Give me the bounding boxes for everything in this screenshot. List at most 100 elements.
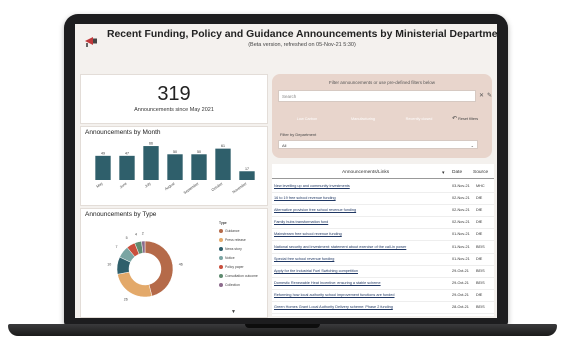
slice-value-label: 5 <box>126 236 128 240</box>
announcement-date: 02-Nov-21 <box>452 220 470 225</box>
laptop-notch <box>245 324 320 328</box>
month-bar[interactable] <box>215 148 231 180</box>
pill-label: Recently closed <box>405 117 433 121</box>
month-chart-title: Announcements by Month <box>85 129 161 136</box>
dashboard-screen: Recent Funding, Policy and Guidance Anno… <box>75 24 497 318</box>
table-row[interactable]: National security and investment: statem… <box>272 243 494 254</box>
month-bar[interactable] <box>143 146 159 180</box>
page-subtitle: (Beta version, refreshed on 05-Nov-21 5:… <box>248 42 356 48</box>
col-header-date[interactable]: Date <box>452 170 462 175</box>
row-divider <box>272 252 494 254</box>
row-divider <box>272 204 494 206</box>
table-row[interactable]: New levelling up and community investmen… <box>272 182 494 193</box>
announcement-link[interactable]: 16 to 19 free school revenue funding <box>274 194 442 202</box>
kpi-value: 319 <box>157 83 191 105</box>
bar-value-label: 50 <box>197 150 201 154</box>
slice-value-label: 10 <box>107 263 111 267</box>
legend-item[interactable]: Collection <box>219 283 240 288</box>
announcement-link[interactable]: Alternative provision free school revenu… <box>274 206 442 214</box>
search-input[interactable]: Search <box>278 90 476 102</box>
row-divider <box>272 300 494 302</box>
legend-item[interactable]: Notice <box>219 256 235 261</box>
col-header-announcements[interactable]: Announcements/Links <box>342 170 389 175</box>
table-row[interactable]: 16 to 19 free school revenue funding 02-N… <box>272 194 494 206</box>
announcement-source: DfE <box>476 208 483 213</box>
legend-item[interactable]: Press release <box>219 238 246 243</box>
table-row[interactable]: Special free school revenue funding 01-No… <box>272 255 494 266</box>
month-bar[interactable] <box>119 155 135 180</box>
bar-value-label: 66 <box>149 142 153 146</box>
legend-swatch <box>219 265 223 270</box>
donut-slice[interactable] <box>117 271 153 298</box>
edit-icon[interactable]: ✎ <box>487 92 492 99</box>
reset-filters-button[interactable]: ↶ Reset filters <box>452 115 478 122</box>
legend-label: Consultation outcome <box>225 274 258 278</box>
legend-item[interactable]: Consultation outcome <box>219 274 258 279</box>
slice-value-label: 2 <box>142 231 144 235</box>
announcement-date: 01-Nov-21 <box>452 244 470 249</box>
table-row[interactable]: Family hubs transformation fund 02-Nov-21… <box>272 218 494 230</box>
month-bar[interactable] <box>191 154 207 180</box>
table-row[interactable]: Apply for the Industrial Fuel Switching … <box>272 267 494 278</box>
filter-pill-recently-closed[interactable]: Recently closed <box>396 114 442 124</box>
announcement-link[interactable]: National security and investment: statem… <box>274 243 442 251</box>
bar-value-label: 49 <box>101 151 105 155</box>
table-row[interactable]: Domestic Renewable Heat Incentive: ensur… <box>272 279 494 290</box>
clear-search-icon[interactable]: ✕ <box>479 92 484 99</box>
month-bar[interactable] <box>95 155 111 180</box>
bar-value-label: 17 <box>245 167 249 171</box>
bar-value-label: 50 <box>173 150 177 154</box>
department-select[interactable]: All ⌄ <box>278 140 478 149</box>
page-title: Recent Funding, Policy and Guidance Anno… <box>107 29 497 40</box>
announcement-date: 02-Nov-21 <box>452 208 470 213</box>
filter-pill-low-carbon[interactable]: Low Carbon <box>284 114 330 124</box>
legend-label: Collection <box>225 283 240 287</box>
legend-label: Notice <box>225 256 235 260</box>
announcement-source: DfE <box>476 220 483 225</box>
month-tick-label: November <box>232 181 249 194</box>
filter-pill-manufacturing[interactable]: Manufacturing <box>340 114 386 124</box>
month-bar[interactable] <box>167 154 183 180</box>
announcement-date: 29-Oct-21 <box>452 268 469 273</box>
bar-value-label: 47 <box>125 151 129 155</box>
row-divider <box>272 192 494 193</box>
bar-value-label: 61 <box>221 144 225 148</box>
announcement-link[interactable]: Family hubs transformation fund <box>274 218 442 226</box>
table-row[interactable]: Mainstream free school revenue funding 01… <box>272 230 494 242</box>
col-header-source[interactable]: Source <box>473 170 488 175</box>
month-bar[interactable] <box>239 171 255 180</box>
announcement-source: BEIS <box>476 305 485 309</box>
legend-scroll-arrow-icon[interactable]: ▼ <box>231 309 236 315</box>
legend-item[interactable]: Guidance <box>219 229 240 234</box>
legend-item[interactable]: Policy paper <box>219 265 244 270</box>
announcement-link[interactable]: Reforming how local authority school imp… <box>274 291 442 299</box>
month-tick-label: June <box>119 182 128 190</box>
announcement-date: 29-Oct-21 <box>452 292 469 297</box>
row-divider <box>272 264 494 266</box>
kpi-card: 319 Announcements since May 2021 <box>80 74 268 124</box>
slice-value-label: 26 <box>124 298 128 302</box>
announcement-link[interactable]: Mainstream free school revenue funding <box>274 230 442 238</box>
filter-title: Filter announcements or use pre-defined … <box>328 80 436 85</box>
pill-label: Manufacturing <box>350 117 376 121</box>
legend-swatch <box>219 283 223 288</box>
announcement-link[interactable]: Domestic Renewable Heat Incentive: ensur… <box>274 279 442 287</box>
announcement-link[interactable]: New levelling up and community investmen… <box>274 182 442 190</box>
month-tick-label: September <box>183 181 200 195</box>
table-row[interactable]: Green Homes Grant Local Authority Delive… <box>272 303 494 314</box>
table-row[interactable]: Reforming how local authority school imp… <box>272 291 494 302</box>
table-row[interactable]: Alternative provision free school revenu… <box>272 206 494 218</box>
type-donut-chart: 46 26 10 7 5 4 2 <box>107 231 182 302</box>
announcement-link[interactable]: Apply for the Industrial Fuel Switching … <box>274 267 442 275</box>
announcement-date: 01-Nov-21 <box>452 232 470 237</box>
announcement-date: 01-Nov-21 <box>452 256 470 261</box>
row-divider <box>272 313 494 314</box>
legend-label: Guidance <box>225 229 240 233</box>
legend-item[interactable]: News story <box>219 247 242 252</box>
announcement-date: 28-Oct-21 <box>452 305 469 309</box>
announcement-link[interactable]: Green Homes Grant Local Authority Delive… <box>274 303 442 311</box>
announcement-source: DfE <box>476 232 483 237</box>
sort-desc-icon[interactable]: ▾ <box>442 170 445 176</box>
announcement-link[interactable]: Special free school revenue funding <box>274 255 442 263</box>
type-chart-title: Announcements by Type <box>85 211 157 218</box>
